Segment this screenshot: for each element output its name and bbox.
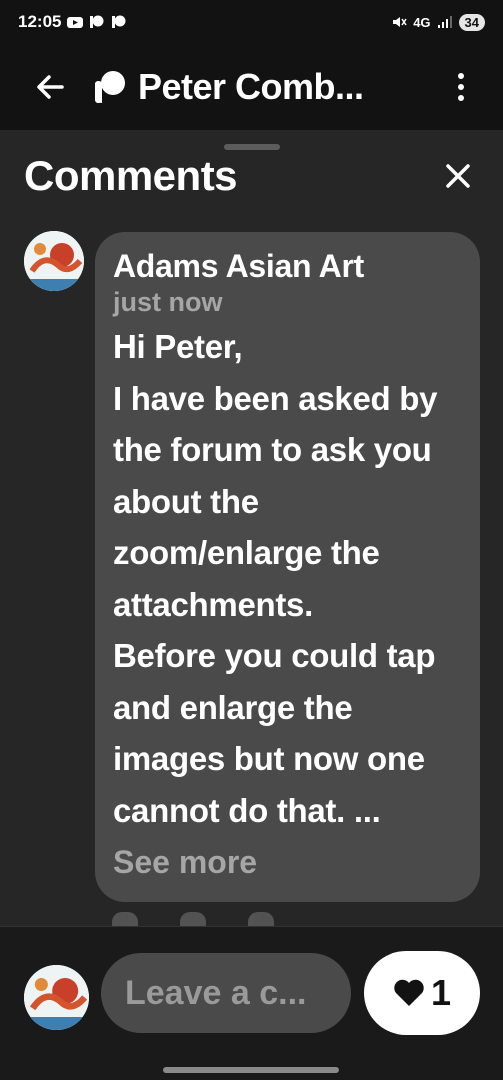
comments-sheet: Comments Adams Asian Art just now Hi Pet… (0, 130, 503, 926)
battery-indicator: 34 (458, 13, 485, 31)
status-bar: 12:05 4G 34 (0, 0, 503, 44)
network-type: 4G (413, 14, 431, 30)
heart-icon (394, 979, 424, 1006)
more-vertical-icon (458, 73, 464, 79)
home-indicator[interactable] (163, 1067, 339, 1073)
app-bar: Peter Comb... (0, 44, 503, 130)
app-title: Peter Comb... (138, 66, 364, 107)
status-time: 12:05 (18, 12, 62, 31)
signal-icon (437, 16, 452, 28)
back-button[interactable] (30, 67, 70, 107)
youtube-icon (67, 17, 84, 28)
close-icon (446, 164, 470, 188)
comment-author[interactable]: Adams Asian Art (113, 248, 462, 285)
more-options-button[interactable] (449, 67, 473, 107)
close-button[interactable] (438, 156, 478, 196)
patreon-icon (90, 15, 104, 28)
like-count: 1 (430, 972, 452, 1013)
bottom-bar: 1 (0, 926, 503, 1080)
status-right: 4G 34 (391, 13, 485, 31)
like-button[interactable]: 1 (364, 951, 480, 1035)
avatar-image (24, 965, 89, 1030)
more-icon[interactable] (248, 912, 274, 926)
comment-input[interactable] (101, 953, 351, 1033)
patreon-icon (112, 15, 126, 28)
see-more-link[interactable]: See more (113, 838, 462, 886)
commenter-avatar[interactable] (24, 231, 84, 291)
comment-bubble: Adams Asian Art just now Hi Peter, I hav… (95, 232, 480, 902)
patreon-logo-icon (95, 71, 125, 103)
comment-time: just now (113, 287, 223, 317)
status-left: 12:05 (18, 12, 127, 32)
comment-actions (112, 912, 274, 926)
mute-icon (393, 17, 407, 27)
sheet-title: Comments (24, 152, 238, 199)
avatar-image (24, 231, 84, 291)
comment-text: Hi Peter, I have been asked by the forum… (113, 328, 438, 829)
drag-handle[interactable] (224, 144, 280, 150)
user-avatar (24, 965, 89, 1030)
like-comment-icon[interactable] (112, 912, 138, 926)
reply-icon[interactable] (180, 912, 206, 926)
back-arrow-icon (37, 75, 64, 99)
